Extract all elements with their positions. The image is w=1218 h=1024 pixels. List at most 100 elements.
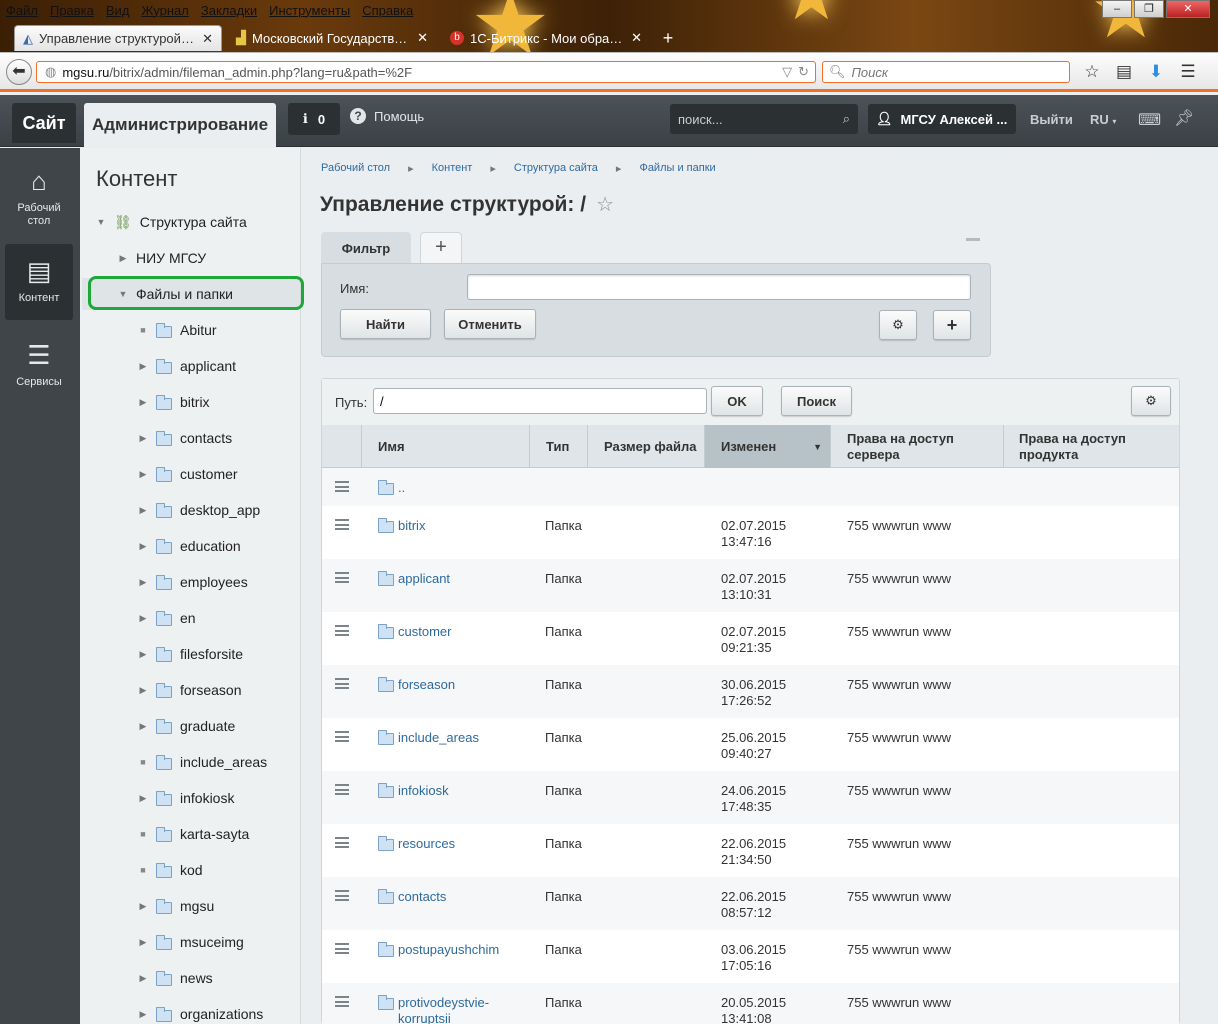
breadcrumb-item[interactable]: Контент	[432, 162, 473, 175]
close-tab-icon[interactable]: ✕	[202, 31, 213, 47]
tree-node[interactable]: ▶ graduate	[138, 716, 236, 736]
filter-settings-button[interactable]: ⚙	[879, 310, 917, 340]
browser-tab[interactable]: ▟ Московский Государстве... ✕	[228, 25, 436, 51]
row-menu-icon[interactable]	[335, 784, 349, 795]
tree-node[interactable]: ▶ forseason	[138, 680, 242, 700]
grid-row[interactable]: applicant Папка 02.07.2015 13:10:31 755 wwwr…	[322, 559, 1179, 612]
expand-down-icon[interactable]: ▼	[118, 289, 128, 299]
grid-row[interactable]: customer Папка 02.07.2015 09:21:35 755 wwwru…	[322, 612, 1179, 665]
language-switch[interactable]: RU ▾	[1090, 112, 1116, 127]
folder-link[interactable]: resources	[378, 836, 455, 852]
expand-right-icon[interactable]: ▶	[138, 973, 148, 984]
row-menu-icon[interactable]	[335, 996, 349, 1007]
grid-search-button[interactable]: Поиск	[781, 386, 852, 416]
help-link[interactable]: ? Помощь	[350, 108, 424, 124]
cancel-button[interactable]: Отменить	[444, 309, 536, 339]
filter-tab[interactable]: Фильтр	[321, 232, 411, 264]
expand-right-icon[interactable]: ▶	[138, 505, 148, 516]
tree-node[interactable]: ▶ mgsu	[138, 896, 215, 916]
tree-node[interactable]: ▶ organizations	[138, 1004, 264, 1024]
expand-right-icon[interactable]: ▶	[138, 433, 148, 444]
row-menu-icon[interactable]	[335, 837, 349, 848]
grid-col-modified[interactable]: Изменен ▼	[705, 425, 831, 468]
row-menu-icon[interactable]	[335, 890, 349, 901]
close-window-button[interactable]: ✕	[1166, 0, 1210, 18]
tree-node[interactable]: ▶ en	[138, 608, 196, 628]
bookmarks-list-icon[interactable]: ▤	[1112, 60, 1136, 84]
site-mode-button[interactable]: Сайт	[12, 103, 76, 143]
row-menu-icon[interactable]	[335, 731, 349, 742]
filter-name-input[interactable]	[467, 274, 971, 300]
grid-row[interactable]: forseason Папка 30.06.2015 17:26:52 755 wwwr…	[322, 665, 1179, 718]
row-menu-icon[interactable]	[335, 678, 349, 689]
tree-node[interactable]: ▼ Файлы и папки	[118, 284, 233, 304]
folder-link[interactable]: customer	[378, 624, 451, 640]
tree-node[interactable]: ▶ bitrix	[138, 392, 210, 412]
grid-row[interactable]: contacts Папка 22.06.2015 08:57:12 755 wwwru…	[322, 877, 1179, 930]
search-icon[interactable]: ⌕	[843, 111, 850, 127]
grid-row[interactable]: protivodeystvie-korruptsii Папка 20.05.201…	[322, 983, 1179, 1024]
minimize-button[interactable]: –	[1102, 0, 1132, 18]
tree-node[interactable]: ■ karta-sayta	[138, 824, 249, 844]
admin-search-input[interactable]: поиск... ⌕	[670, 104, 858, 134]
parent-folder-link[interactable]: ..	[378, 480, 405, 496]
expand-right-icon[interactable]: ▶	[138, 613, 148, 624]
tree-node-site-structure[interactable]: ▼ ⛓ Структура сайта	[96, 212, 247, 232]
maximize-button[interactable]: ❐	[1134, 0, 1164, 18]
close-tab-icon[interactable]: ✕	[417, 30, 428, 46]
grid-row-parent[interactable]: ..	[322, 468, 1179, 506]
browser-tab-active[interactable]: ◭ Управление структурой: / ... ✕	[14, 25, 222, 51]
grid-row[interactable]: postupayushchim Папка 03.06.2015 17:05:16 75…	[322, 930, 1179, 983]
grid-col-type[interactable]: Тип	[530, 425, 588, 468]
add-filter-button[interactable]: +	[420, 232, 462, 264]
browser-menu-item[interactable]: Файл	[6, 3, 38, 18]
grid-col-name[interactable]: Имя	[362, 425, 530, 468]
filter-add-field-button[interactable]: +	[933, 310, 971, 340]
browser-search-bar[interactable]: 🔍︎ Поиск	[822, 61, 1070, 83]
breadcrumb-item[interactable]: Рабочий стол	[321, 162, 390, 175]
tree-node[interactable]: ▶ news	[138, 968, 213, 988]
close-tab-icon[interactable]: ✕	[631, 30, 642, 46]
hamburger-menu-icon[interactable]: ☰	[1176, 60, 1200, 84]
tree-node[interactable]: ▶ education	[138, 536, 241, 556]
user-menu-button[interactable]: 👤︎ МГСУ Алексей ...	[868, 104, 1016, 134]
nav-desktop[interactable]: ⌂ Рабочий стол	[5, 160, 73, 238]
reload-icon[interactable]: ↻	[798, 64, 809, 80]
browser-menu-item[interactable]: Справка	[362, 3, 413, 18]
tree-node[interactable]: ■ include_areas	[138, 752, 267, 772]
tree-node[interactable]: ▶ contacts	[138, 428, 233, 448]
browser-menu-item[interactable]: Инструменты	[269, 3, 350, 18]
expand-right-icon[interactable]: ▶	[138, 937, 148, 948]
pin-icon[interactable]: 📌︎	[1174, 108, 1194, 128]
expand-right-icon[interactable]: ▶	[138, 721, 148, 732]
folder-link[interactable]: contacts	[378, 889, 446, 905]
expand-right-icon[interactable]: ▶	[138, 541, 148, 552]
admin-mode-button[interactable]: Администрирование	[84, 103, 276, 147]
tree-node[interactable]: ▶ НИУ МГСУ	[118, 248, 207, 268]
dropdown-arrow-icon[interactable]: ▽	[782, 64, 792, 80]
notifications-button[interactable]: ℹ 0	[288, 103, 340, 135]
path-ok-button[interactable]: OK	[711, 386, 763, 416]
tree-node[interactable]: ▶ infokiosk	[138, 788, 235, 808]
expand-down-icon[interactable]: ▼	[96, 217, 106, 227]
back-button[interactable]: ⬅	[6, 59, 32, 85]
expand-right-icon[interactable]: ▶	[138, 685, 148, 696]
breadcrumb-item[interactable]: Файлы и папки	[639, 162, 715, 175]
expand-right-icon[interactable]: ▶	[138, 793, 148, 804]
browser-menu-item[interactable]: Вид	[106, 3, 130, 18]
tree-node[interactable]: ▶ msuceimg	[138, 932, 244, 952]
logout-link[interactable]: Выйти	[1030, 112, 1073, 127]
breadcrumb-item[interactable]: Структура сайта	[514, 162, 598, 175]
folder-link[interactable]: infokiosk	[378, 783, 449, 799]
grid-settings-button[interactable]: ⚙	[1131, 386, 1171, 416]
expand-right-icon[interactable]: ▶	[138, 397, 148, 408]
folder-link[interactable]: protivodeystvie-korruptsii	[378, 995, 508, 1024]
row-menu-icon[interactable]	[335, 481, 349, 492]
tree-node[interactable]: ▶ filesforsite	[138, 644, 244, 664]
browser-menu-item[interactable]: Правка	[50, 3, 94, 18]
browser-tab[interactable]: b 1С-Битрикс - Мои обращ... ✕	[442, 25, 650, 51]
tree-node[interactable]: ■ kod	[138, 860, 202, 880]
nav-services[interactable]: ☰ Сервисы	[5, 338, 73, 398]
tree-node[interactable]: ▶ customer	[138, 464, 238, 484]
download-icon[interactable]: ⬇	[1144, 60, 1168, 84]
